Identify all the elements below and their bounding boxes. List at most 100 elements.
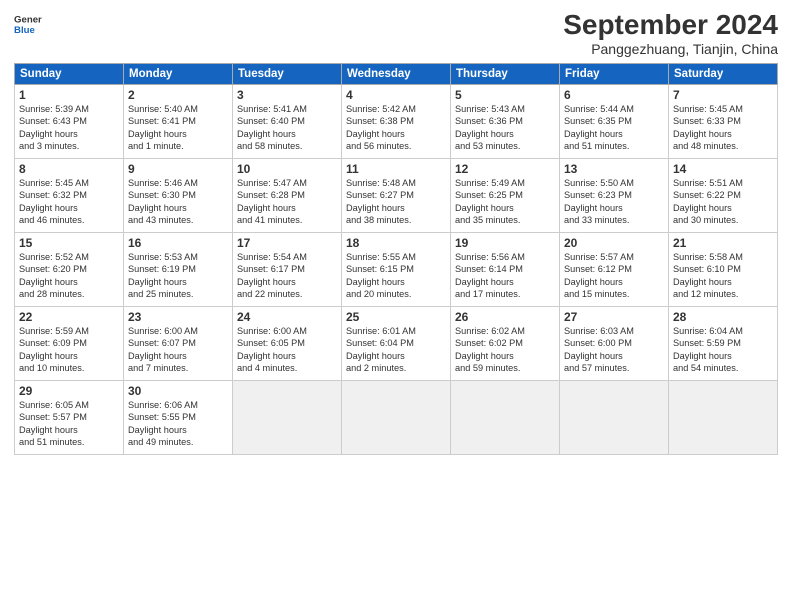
day-info: Sunrise: 5:55 AMSunset: 6:15 PMDaylight … [346, 251, 446, 301]
day-info: Sunrise: 5:54 AMSunset: 6:17 PMDaylight … [237, 251, 337, 301]
day-info: Sunrise: 5:47 AMSunset: 6:28 PMDaylight … [237, 177, 337, 227]
day-info: Sunrise: 5:56 AMSunset: 6:14 PMDaylight … [455, 251, 555, 301]
table-row [342, 380, 451, 454]
day-number: 21 [673, 236, 773, 250]
day-info: Sunrise: 6:00 AMSunset: 6:05 PMDaylight … [237, 325, 337, 375]
day-info: Sunrise: 5:43 AMSunset: 6:36 PMDaylight … [455, 103, 555, 153]
calendar-table: Sunday Monday Tuesday Wednesday Thursday… [14, 63, 778, 455]
day-number: 16 [128, 236, 228, 250]
day-info: Sunrise: 5:57 AMSunset: 6:12 PMDaylight … [564, 251, 664, 301]
table-row: 10Sunrise: 5:47 AMSunset: 6:28 PMDayligh… [233, 158, 342, 232]
header: General Blue September 2024 Panggezhuang… [14, 10, 778, 57]
day-info: Sunrise: 5:40 AMSunset: 6:41 PMDaylight … [128, 103, 228, 153]
day-number: 11 [346, 162, 446, 176]
weekday-header-row: Sunday Monday Tuesday Wednesday Thursday… [15, 63, 778, 84]
logo-icon: General Blue [14, 10, 42, 38]
table-row: 2Sunrise: 5:40 AMSunset: 6:41 PMDaylight… [124, 84, 233, 158]
table-row [233, 380, 342, 454]
table-row: 27Sunrise: 6:03 AMSunset: 6:00 PMDayligh… [560, 306, 669, 380]
day-info: Sunrise: 5:44 AMSunset: 6:35 PMDaylight … [564, 103, 664, 153]
day-number: 24 [237, 310, 337, 324]
table-row: 29Sunrise: 6:05 AMSunset: 5:57 PMDayligh… [15, 380, 124, 454]
table-row: 4Sunrise: 5:42 AMSunset: 6:38 PMDaylight… [342, 84, 451, 158]
day-number: 19 [455, 236, 555, 250]
location-title: Panggezhuang, Tianjin, China [563, 41, 778, 57]
table-row: 3Sunrise: 5:41 AMSunset: 6:40 PMDaylight… [233, 84, 342, 158]
day-info: Sunrise: 5:53 AMSunset: 6:19 PMDaylight … [128, 251, 228, 301]
day-number: 22 [19, 310, 119, 324]
table-row: 17Sunrise: 5:54 AMSunset: 6:17 PMDayligh… [233, 232, 342, 306]
day-info: Sunrise: 5:39 AMSunset: 6:43 PMDaylight … [19, 103, 119, 153]
table-row: 12Sunrise: 5:49 AMSunset: 6:25 PMDayligh… [451, 158, 560, 232]
table-row: 8Sunrise: 5:45 AMSunset: 6:32 PMDaylight… [15, 158, 124, 232]
calendar-row: 8Sunrise: 5:45 AMSunset: 6:32 PMDaylight… [15, 158, 778, 232]
svg-text:General: General [14, 14, 42, 25]
day-info: Sunrise: 6:06 AMSunset: 5:55 PMDaylight … [128, 399, 228, 449]
day-number: 10 [237, 162, 337, 176]
day-number: 9 [128, 162, 228, 176]
table-row: 5Sunrise: 5:43 AMSunset: 6:36 PMDaylight… [451, 84, 560, 158]
month-title: September 2024 [563, 10, 778, 41]
svg-text:Blue: Blue [14, 25, 35, 36]
day-number: 26 [455, 310, 555, 324]
day-info: Sunrise: 6:05 AMSunset: 5:57 PMDaylight … [19, 399, 119, 449]
table-row: 23Sunrise: 6:00 AMSunset: 6:07 PMDayligh… [124, 306, 233, 380]
day-info: Sunrise: 5:45 AMSunset: 6:33 PMDaylight … [673, 103, 773, 153]
day-number: 12 [455, 162, 555, 176]
day-number: 29 [19, 384, 119, 398]
day-info: Sunrise: 5:48 AMSunset: 6:27 PMDaylight … [346, 177, 446, 227]
day-info: Sunrise: 5:41 AMSunset: 6:40 PMDaylight … [237, 103, 337, 153]
col-tuesday: Tuesday [233, 63, 342, 84]
day-number: 27 [564, 310, 664, 324]
table-row: 6Sunrise: 5:44 AMSunset: 6:35 PMDaylight… [560, 84, 669, 158]
table-row: 22Sunrise: 5:59 AMSunset: 6:09 PMDayligh… [15, 306, 124, 380]
day-info: Sunrise: 6:02 AMSunset: 6:02 PMDaylight … [455, 325, 555, 375]
table-row [560, 380, 669, 454]
col-saturday: Saturday [669, 63, 778, 84]
day-number: 25 [346, 310, 446, 324]
day-number: 13 [564, 162, 664, 176]
table-row: 30Sunrise: 6:06 AMSunset: 5:55 PMDayligh… [124, 380, 233, 454]
table-row: 1Sunrise: 5:39 AMSunset: 6:43 PMDaylight… [15, 84, 124, 158]
day-info: Sunrise: 6:04 AMSunset: 5:59 PMDaylight … [673, 325, 773, 375]
day-info: Sunrise: 5:59 AMSunset: 6:09 PMDaylight … [19, 325, 119, 375]
day-number: 8 [19, 162, 119, 176]
table-row: 18Sunrise: 5:55 AMSunset: 6:15 PMDayligh… [342, 232, 451, 306]
table-row: 25Sunrise: 6:01 AMSunset: 6:04 PMDayligh… [342, 306, 451, 380]
table-row: 9Sunrise: 5:46 AMSunset: 6:30 PMDaylight… [124, 158, 233, 232]
day-number: 1 [19, 88, 119, 102]
table-row [451, 380, 560, 454]
day-number: 15 [19, 236, 119, 250]
col-monday: Monday [124, 63, 233, 84]
day-number: 4 [346, 88, 446, 102]
table-row: 28Sunrise: 6:04 AMSunset: 5:59 PMDayligh… [669, 306, 778, 380]
logo: General Blue [14, 10, 42, 38]
col-sunday: Sunday [15, 63, 124, 84]
table-row: 20Sunrise: 5:57 AMSunset: 6:12 PMDayligh… [560, 232, 669, 306]
day-info: Sunrise: 5:49 AMSunset: 6:25 PMDaylight … [455, 177, 555, 227]
day-number: 5 [455, 88, 555, 102]
calendar-body: 1Sunrise: 5:39 AMSunset: 6:43 PMDaylight… [15, 84, 778, 454]
table-row: 26Sunrise: 6:02 AMSunset: 6:02 PMDayligh… [451, 306, 560, 380]
day-number: 7 [673, 88, 773, 102]
table-row: 24Sunrise: 6:00 AMSunset: 6:05 PMDayligh… [233, 306, 342, 380]
table-row: 21Sunrise: 5:58 AMSunset: 6:10 PMDayligh… [669, 232, 778, 306]
calendar-row: 1Sunrise: 5:39 AMSunset: 6:43 PMDaylight… [15, 84, 778, 158]
calendar-row: 29Sunrise: 6:05 AMSunset: 5:57 PMDayligh… [15, 380, 778, 454]
col-wednesday: Wednesday [342, 63, 451, 84]
day-info: Sunrise: 5:51 AMSunset: 6:22 PMDaylight … [673, 177, 773, 227]
table-row: 19Sunrise: 5:56 AMSunset: 6:14 PMDayligh… [451, 232, 560, 306]
calendar-row: 22Sunrise: 5:59 AMSunset: 6:09 PMDayligh… [15, 306, 778, 380]
day-number: 18 [346, 236, 446, 250]
day-number: 3 [237, 88, 337, 102]
day-number: 6 [564, 88, 664, 102]
col-thursday: Thursday [451, 63, 560, 84]
table-row: 16Sunrise: 5:53 AMSunset: 6:19 PMDayligh… [124, 232, 233, 306]
table-row: 7Sunrise: 5:45 AMSunset: 6:33 PMDaylight… [669, 84, 778, 158]
title-block: September 2024 Panggezhuang, Tianjin, Ch… [563, 10, 778, 57]
day-info: Sunrise: 5:58 AMSunset: 6:10 PMDaylight … [673, 251, 773, 301]
day-number: 2 [128, 88, 228, 102]
day-number: 28 [673, 310, 773, 324]
table-row [669, 380, 778, 454]
table-row: 11Sunrise: 5:48 AMSunset: 6:27 PMDayligh… [342, 158, 451, 232]
